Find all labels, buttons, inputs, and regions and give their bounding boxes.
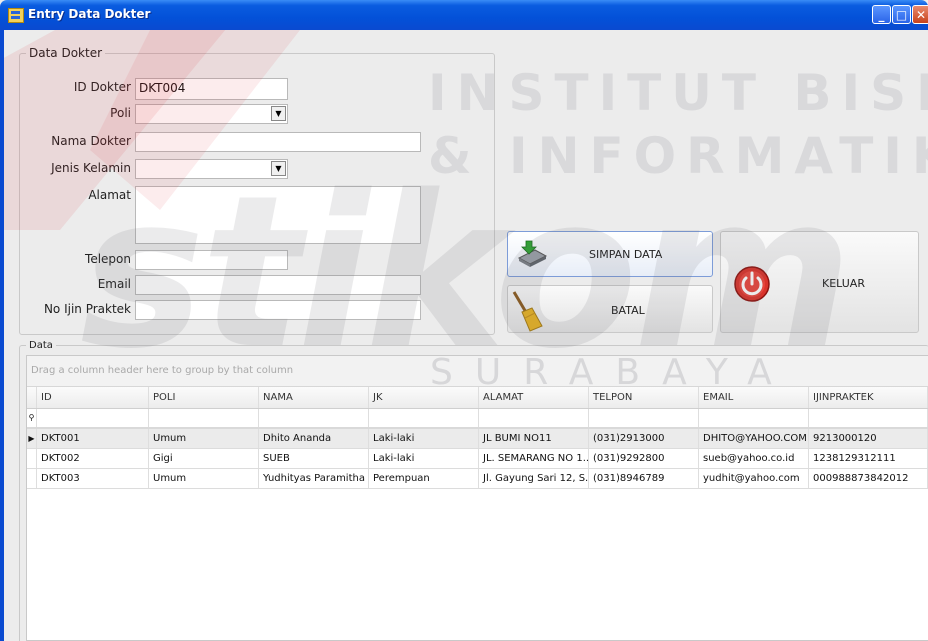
cell-jk[interactable]: Perempuan (369, 469, 479, 488)
column-header-telpon[interactable]: TELPON (589, 387, 699, 408)
cell-telpon[interactable]: (031)8946789 (589, 469, 699, 488)
close-button[interactable]: ✕ (912, 5, 928, 24)
current-row-arrow-icon: ▶ (27, 429, 37, 448)
cell-nama[interactable]: Yudhityas Paramitha (259, 469, 369, 488)
filter-cell-poli[interactable] (149, 409, 259, 427)
cell-email[interactable]: sueb@yahoo.co.id (699, 449, 809, 468)
poli-select[interactable]: ▼ (135, 104, 288, 124)
nama-dokter-label: Nama Dokter (51, 134, 131, 148)
save-icon (517, 240, 548, 267)
cell-telpon[interactable]: (031)9292800 (589, 449, 699, 468)
data-grid[interactable]: Drag a column header here to group by th… (26, 355, 928, 641)
app-icon (8, 8, 24, 23)
simpan-data-button[interactable]: SIMPAN DATA (507, 231, 713, 277)
maximize-button[interactable]: □ (892, 5, 911, 24)
data-dokter-group-title: Data Dokter (29, 46, 103, 60)
cell-poli[interactable]: Umum (149, 469, 259, 488)
simpan-data-label: SIMPAN DATA (589, 248, 663, 261)
column-header-id[interactable]: ID (37, 387, 149, 408)
window-frame-left (0, 30, 4, 641)
jenis-kelamin-label: Jenis Kelamin (51, 161, 131, 175)
column-header-poli[interactable]: POLI (149, 387, 259, 408)
email-label: Email (97, 277, 131, 291)
id-dokter-label: ID Dokter (73, 80, 131, 94)
cell-id[interactable]: DKT002 (37, 449, 149, 468)
watermark-line1: INSTITUT BISNIS (428, 64, 928, 122)
row-indicator (27, 449, 37, 468)
grid-header-row: ID POLI NAMA JK ALAMAT TELPON EMAIL IJIN… (27, 387, 928, 409)
batal-label: BATAL (611, 304, 645, 317)
cell-nama[interactable]: Dhito Ananda (259, 429, 369, 448)
telepon-label: Telepon (85, 252, 131, 266)
row-indicator (27, 469, 37, 488)
cell-alamat[interactable]: JL. SEMARANG NO 1... (479, 449, 589, 468)
filter-cell-nama[interactable] (259, 409, 369, 427)
cell-nama[interactable]: SUEB (259, 449, 369, 468)
cell-telpon[interactable]: (031)2913000 (589, 429, 699, 448)
cell-alamat[interactable]: Jl. Gayung Sari 12, S... (479, 469, 589, 488)
chevron-down-icon[interactable]: ▼ (271, 161, 286, 176)
minimize-button[interactable]: _ (872, 5, 891, 24)
jenis-kelamin-select[interactable]: ▼ (135, 159, 288, 179)
cell-ijinpraktek[interactable]: 1238129312111 (809, 449, 928, 468)
no-ijin-praktek-input[interactable] (135, 300, 421, 320)
filter-cell-jk[interactable] (369, 409, 479, 427)
table-row[interactable]: ▶ DKT001 Umum Dhito Ananda Laki-laki JL … (27, 429, 928, 449)
cell-poli[interactable]: Umum (149, 429, 259, 448)
row-indicator-header (27, 387, 37, 408)
window-title: Entry Data Dokter (28, 7, 151, 21)
title-bar[interactable]: Entry Data Dokter _ □ ✕ (0, 0, 928, 30)
cell-jk[interactable]: Laki-laki (369, 449, 479, 468)
column-header-nama[interactable]: NAMA (259, 387, 369, 408)
keluar-button[interactable]: KELUAR (720, 231, 919, 333)
cell-id[interactable]: DKT003 (37, 469, 149, 488)
poli-label: Poli (110, 106, 131, 120)
filter-cell-telpon[interactable] (589, 409, 699, 427)
nama-dokter-input[interactable] (135, 132, 421, 152)
column-header-alamat[interactable]: ALAMAT (479, 387, 589, 408)
column-header-ijinpraktek[interactable]: IJINPRAKTEK (809, 387, 928, 408)
watermark-line2: & INFORMATIKA (428, 127, 928, 185)
telepon-input[interactable] (135, 250, 288, 270)
filter-pin-icon: ⚲ (27, 409, 37, 427)
broom-icon (512, 291, 543, 332)
table-row[interactable]: DKT002 Gigi SUEB Laki-laki JL. SEMARANG … (27, 449, 928, 469)
group-by-hint[interactable]: Drag a column header here to group by th… (27, 356, 928, 387)
grid-filter-row[interactable]: ⚲ (27, 409, 928, 429)
filter-cell-alamat[interactable] (479, 409, 589, 427)
cell-email[interactable]: yudhit@yahoo.com (699, 469, 809, 488)
alamat-label: Alamat (88, 188, 131, 202)
keluar-label: KELUAR (822, 277, 865, 290)
batal-button[interactable]: BATAL (507, 285, 713, 333)
id-dokter-input[interactable]: DKT004 (135, 78, 288, 100)
filter-cell-id[interactable] (37, 409, 149, 427)
cell-poli[interactable]: Gigi (149, 449, 259, 468)
filter-cell-ijinpraktek[interactable] (809, 409, 928, 427)
column-header-jk[interactable]: JK (369, 387, 479, 408)
cell-ijinpraktek[interactable]: 000988873842012 (809, 469, 928, 488)
cell-id[interactable]: DKT001 (37, 429, 149, 448)
cell-email[interactable]: DHITO@YAHOO.COM (699, 429, 809, 448)
entry-data-dokter-window: Entry Data Dokter _ □ ✕ Data Dokter ID D… (0, 0, 928, 641)
email-input[interactable] (135, 275, 421, 295)
chevron-down-icon[interactable]: ▼ (271, 106, 286, 121)
alamat-textarea[interactable] (135, 186, 421, 244)
filter-cell-email[interactable] (699, 409, 809, 427)
power-icon (734, 266, 770, 302)
cell-jk[interactable]: Laki-laki (369, 429, 479, 448)
table-row[interactable]: DKT003 Umum Yudhityas Paramitha Perempua… (27, 469, 928, 489)
cell-ijinpraktek[interactable]: 9213000120 (809, 429, 928, 448)
column-header-email[interactable]: EMAIL (699, 387, 809, 408)
data-group-title: Data (29, 340, 53, 351)
no-ijin-praktek-label: No Ijin Praktek (43, 302, 131, 316)
cell-alamat[interactable]: JL BUMI NO11 (479, 429, 589, 448)
